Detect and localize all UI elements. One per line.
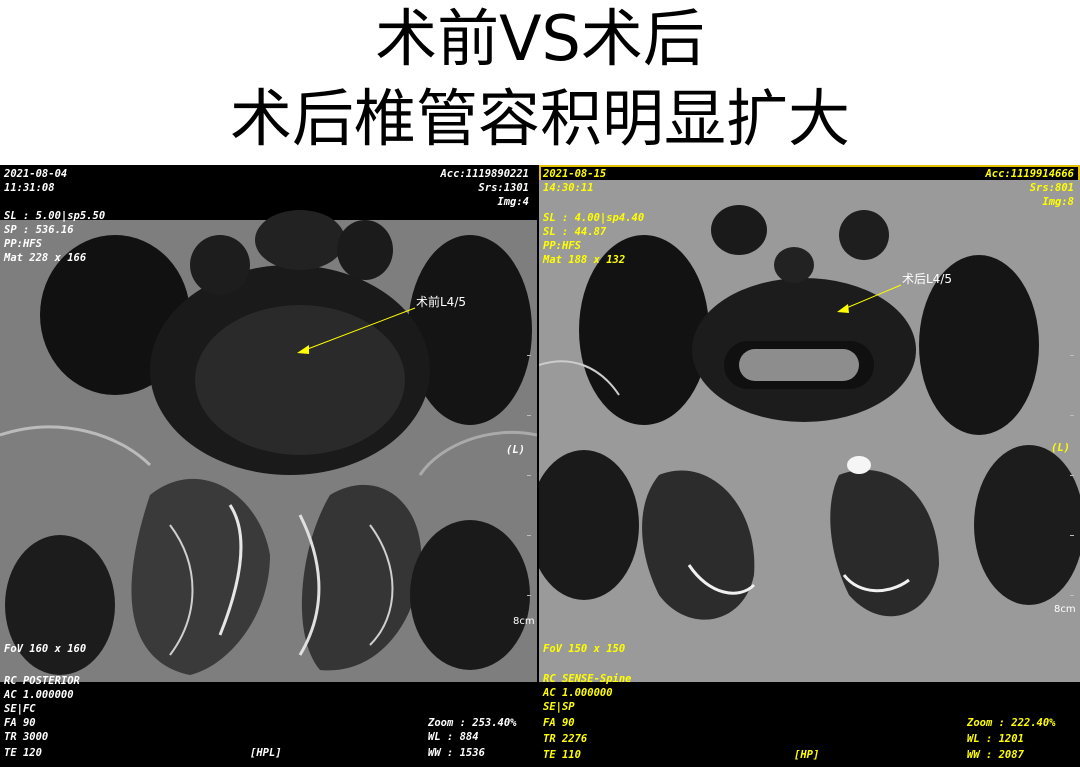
slice-thickness: SL : 5.00|sp5.50 bbox=[4, 210, 106, 222]
matrix-size: Mat 228 x 166 bbox=[4, 252, 87, 264]
receive-coil: RC POSTERIOR bbox=[4, 675, 80, 687]
window-level: WL : 1201 bbox=[967, 733, 1024, 745]
sequence-type: SE|SP bbox=[543, 701, 575, 713]
annotation-label: 术前L4/5 bbox=[416, 295, 466, 309]
scale-label: 8cm bbox=[513, 616, 535, 627]
study-date: 2021-08-04 bbox=[4, 168, 68, 180]
matrix-size: Mat 188 x 132 bbox=[543, 254, 626, 266]
image-number: Img:4 bbox=[497, 196, 529, 208]
slice-position: SL : 44.87 bbox=[543, 226, 607, 238]
repetition-time: TR 2276 bbox=[543, 733, 588, 745]
echo-time: TE 110 bbox=[543, 749, 581, 761]
mri-viewport-postop[interactable]: 术后L4/5 2021-08-15 14:30:11 Acc:111991466… bbox=[539, 165, 1080, 767]
flip-angle: FA 90 bbox=[4, 717, 36, 729]
orientation-code: [HP] bbox=[794, 749, 820, 761]
slice-position: SP : 536.16 bbox=[4, 224, 74, 236]
mri-viewport-preop[interactable]: 术前L4/5 2021-08-04 11:31:08 Acc:111989022… bbox=[0, 165, 537, 767]
slice-thickness: SL : 4.00|sp4.40 bbox=[543, 212, 645, 224]
study-time: 14:30:11 bbox=[543, 182, 594, 194]
title-line-2: 术后椎管容积明显扩大 bbox=[229, 82, 850, 155]
accession-number: Acc:1119890221 bbox=[440, 168, 529, 180]
window-width: WW : 1536 bbox=[428, 747, 485, 759]
flip-angle: FA 90 bbox=[543, 717, 575, 729]
patient-position: PP:HFS bbox=[543, 240, 581, 252]
accession-number: Acc:1119914666 bbox=[985, 168, 1074, 180]
study-time: 11:31:08 bbox=[4, 182, 55, 194]
scale-label: 8cm bbox=[1054, 604, 1076, 615]
acquisition-param: AC 1.000000 bbox=[543, 687, 613, 699]
sequence-type: SE|FC bbox=[4, 703, 36, 715]
field-of-view: FoV 160 x 160 bbox=[4, 643, 87, 655]
window-width: WW : 2087 bbox=[967, 749, 1024, 761]
field-of-view: FoV 150 x 150 bbox=[543, 643, 626, 655]
study-date: 2021-08-15 bbox=[543, 168, 607, 180]
orientation-marker: (L) bbox=[1051, 442, 1070, 454]
series-number: Srs:801 bbox=[1029, 182, 1074, 194]
repetition-time: TR 3000 bbox=[4, 731, 49, 743]
image-number: Img:8 bbox=[1042, 196, 1074, 208]
slide-title: 术前VS术后 术后椎管容积明显扩大 bbox=[0, 0, 1080, 165]
annotation-label: 术后L4/5 bbox=[902, 272, 952, 286]
orientation-marker: (L) bbox=[506, 444, 525, 456]
receive-coil: RC SENSE-Spine bbox=[543, 673, 632, 685]
echo-time: TE 120 bbox=[4, 747, 42, 759]
title-line-1: 术前VS术后 bbox=[375, 2, 705, 75]
zoom-level: Zoom : 222.40% bbox=[967, 717, 1056, 729]
patient-position: PP:HFS bbox=[4, 238, 42, 250]
acquisition-param: AC 1.000000 bbox=[4, 689, 74, 701]
zoom-level: Zoom : 253.40% bbox=[428, 717, 517, 729]
series-number: Srs:1301 bbox=[478, 182, 529, 194]
orientation-code: [HPL] bbox=[250, 747, 282, 759]
window-level: WL : 884 bbox=[428, 731, 479, 743]
